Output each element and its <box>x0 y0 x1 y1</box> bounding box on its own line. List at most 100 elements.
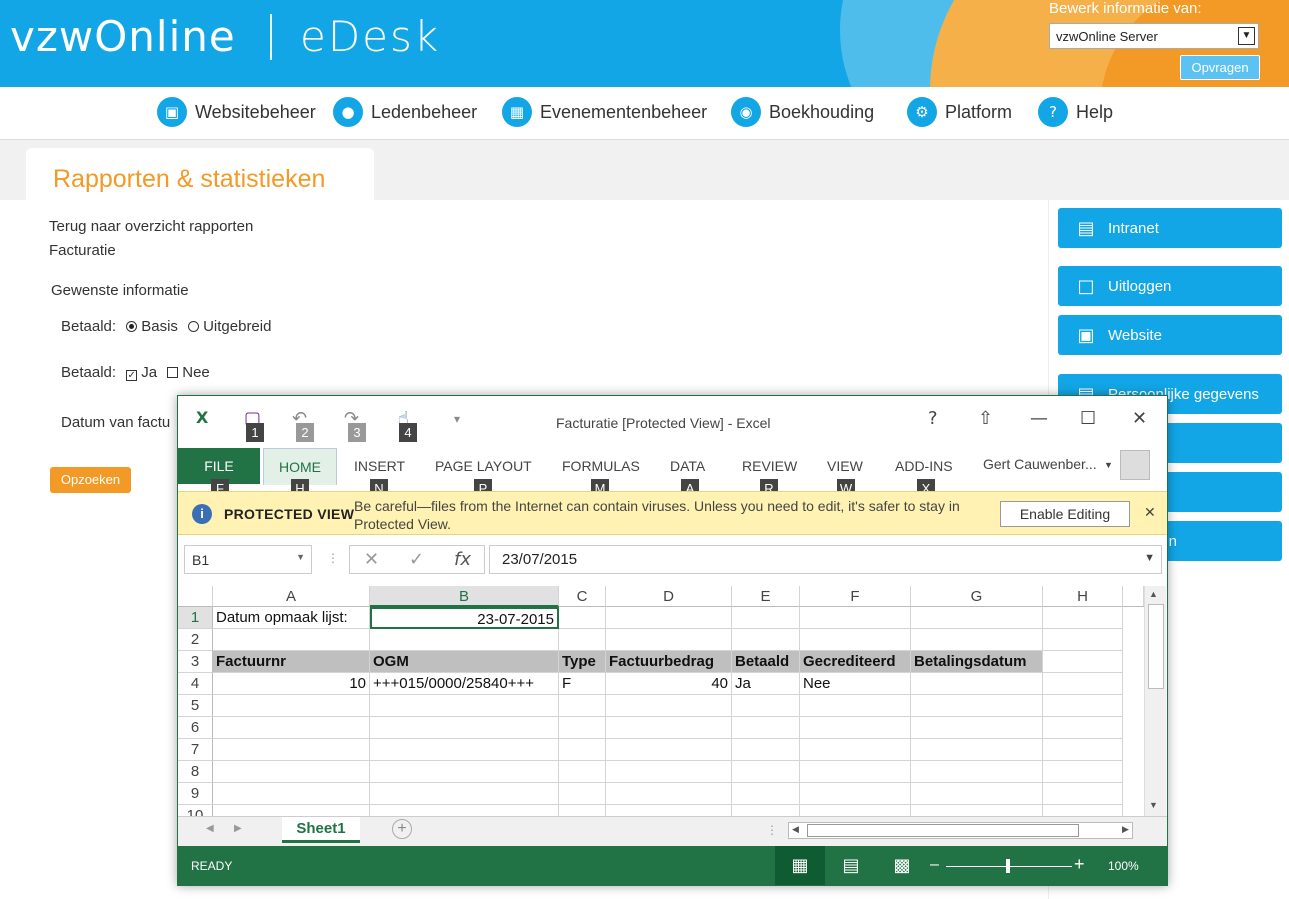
nav-item-evenementenbeheer[interactable]: ▦ Evenementenbeheer <box>502 97 707 127</box>
cell[interactable] <box>559 783 606 805</box>
cell[interactable] <box>800 761 911 783</box>
column-header[interactable]: E <box>732 586 800 607</box>
minimize-icon[interactable]: — <box>1030 408 1048 429</box>
cell[interactable] <box>370 717 559 739</box>
cell[interactable] <box>370 805 559 816</box>
cell[interactable] <box>911 607 1043 629</box>
cell[interactable] <box>1043 651 1123 673</box>
cell[interactable] <box>606 717 732 739</box>
formula-input[interactable]: 23/07/2015 ▼ <box>489 545 1162 574</box>
cell[interactable] <box>732 761 800 783</box>
nav-item-platform[interactable]: ⚙ Platform <box>907 97 1012 127</box>
row-header[interactable]: 6 <box>178 717 213 739</box>
back-to-reports-link[interactable]: Terug naar overzicht rapporten <box>49 218 253 235</box>
chevron-down-icon[interactable]: ▼ <box>1238 27 1255 45</box>
cell[interactable] <box>370 629 559 651</box>
cancel-icon[interactable]: ✕ <box>364 549 379 570</box>
cell[interactable] <box>213 761 370 783</box>
cell[interactable] <box>800 629 911 651</box>
cell[interactable] <box>370 695 559 717</box>
column-header[interactable] <box>1123 586 1144 607</box>
cell[interactable] <box>732 607 800 629</box>
signed-in-user[interactable]: Gert Cauwenber... <box>983 456 1097 472</box>
cell[interactable] <box>800 739 911 761</box>
scroll-down-icon[interactable]: ▼ <box>1149 800 1158 810</box>
opzoeken-button[interactable]: Opzoeken <box>50 467 131 493</box>
zoom-in-icon[interactable]: + <box>1074 854 1085 875</box>
user-avatar[interactable] <box>1120 450 1150 480</box>
scroll-thumb[interactable] <box>807 824 1079 837</box>
cell[interactable] <box>732 717 800 739</box>
cell[interactable]: Gecrediteerd <box>800 651 911 673</box>
cell[interactable] <box>800 695 911 717</box>
cell[interactable] <box>213 739 370 761</box>
vertical-scrollbar[interactable]: ▲ ▼ <box>1144 586 1166 816</box>
nav-item-websitebeheer[interactable]: ▣ Websitebeheer <box>157 97 316 127</box>
name-box[interactable]: B1 ▼ <box>184 545 312 574</box>
cell[interactable] <box>1043 717 1123 739</box>
cell[interactable] <box>606 695 732 717</box>
column-header[interactable]: H <box>1043 586 1123 607</box>
cell[interactable] <box>559 695 606 717</box>
cell[interactable]: 10 <box>213 673 370 695</box>
zoom-level[interactable]: 100% <box>1108 859 1139 873</box>
cell[interactable]: Nee <box>800 673 911 695</box>
cell[interactable] <box>911 673 1043 695</box>
cell[interactable] <box>732 739 800 761</box>
cell[interactable]: Ja <box>732 673 800 695</box>
cell[interactable] <box>911 739 1043 761</box>
row-header[interactable]: 9 <box>178 783 213 805</box>
nav-item-boekhouding[interactable]: ◉ Boekhouding <box>731 97 874 127</box>
cell[interactable] <box>213 783 370 805</box>
close-icon[interactable]: ✕ <box>1132 408 1147 429</box>
cell[interactable]: OGM <box>370 651 559 673</box>
cell[interactable] <box>559 739 606 761</box>
zoom-slider-knob[interactable] <box>1006 859 1010 873</box>
column-header[interactable]: A <box>213 586 370 607</box>
cell[interactable]: 23-07-2015 <box>370 607 559 629</box>
chevron-down-icon[interactable]: ▼ <box>1144 552 1155 564</box>
row-header[interactable]: 4 <box>178 673 213 695</box>
cell[interactable] <box>370 739 559 761</box>
scroll-up-icon[interactable]: ▲ <box>1149 589 1158 599</box>
row-header[interactable]: 2 <box>178 629 213 651</box>
sheet-tab[interactable]: Sheet1 <box>282 817 360 843</box>
cell[interactable]: +++015/0000/25840+++ <box>370 673 559 695</box>
normal-view-icon[interactable]: ▦ <box>775 846 825 885</box>
cell[interactable] <box>1043 607 1123 629</box>
cell[interactable] <box>370 783 559 805</box>
horizontal-scrollbar[interactable]: ◀ ▶ <box>788 822 1133 839</box>
cell[interactable]: Type <box>559 651 606 673</box>
cell[interactable] <box>911 805 1043 816</box>
row-header[interactable]: 7 <box>178 739 213 761</box>
select-all-corner[interactable] <box>178 586 213 607</box>
cell[interactable] <box>559 805 606 816</box>
cell[interactable] <box>559 761 606 783</box>
chevron-down-icon[interactable]: ▼ <box>1104 460 1113 470</box>
customize-qat-icon[interactable]: ▾ <box>454 412 460 426</box>
cell[interactable] <box>370 761 559 783</box>
close-icon[interactable]: ✕ <box>1144 504 1156 521</box>
maximize-icon[interactable]: ☐ <box>1080 408 1096 429</box>
checkbox-nee[interactable] <box>167 367 179 378</box>
cell[interactable] <box>911 695 1043 717</box>
page-layout-view-icon[interactable]: ▤ <box>826 846 876 885</box>
column-header[interactable]: B <box>370 586 559 607</box>
radio-uitgebreid[interactable] <box>188 321 200 332</box>
cell[interactable] <box>732 629 800 651</box>
cell[interactable]: Datum opmaak lijst: <box>213 607 370 629</box>
row-header[interactable]: 8 <box>178 761 213 783</box>
cell[interactable] <box>1043 673 1123 695</box>
cell[interactable] <box>732 783 800 805</box>
cell[interactable] <box>559 717 606 739</box>
insert-function-icon[interactable]: fx <box>454 549 471 570</box>
cell[interactable] <box>559 607 606 629</box>
cell[interactable] <box>911 761 1043 783</box>
cell[interactable] <box>1043 739 1123 761</box>
cell[interactable]: Betalingsdatum <box>911 651 1043 673</box>
chevron-down-icon[interactable]: ▼ <box>296 552 305 562</box>
column-header[interactable]: D <box>606 586 732 607</box>
cell[interactable] <box>911 629 1043 651</box>
cell[interactable] <box>1043 695 1123 717</box>
radio-basis[interactable] <box>126 321 138 332</box>
